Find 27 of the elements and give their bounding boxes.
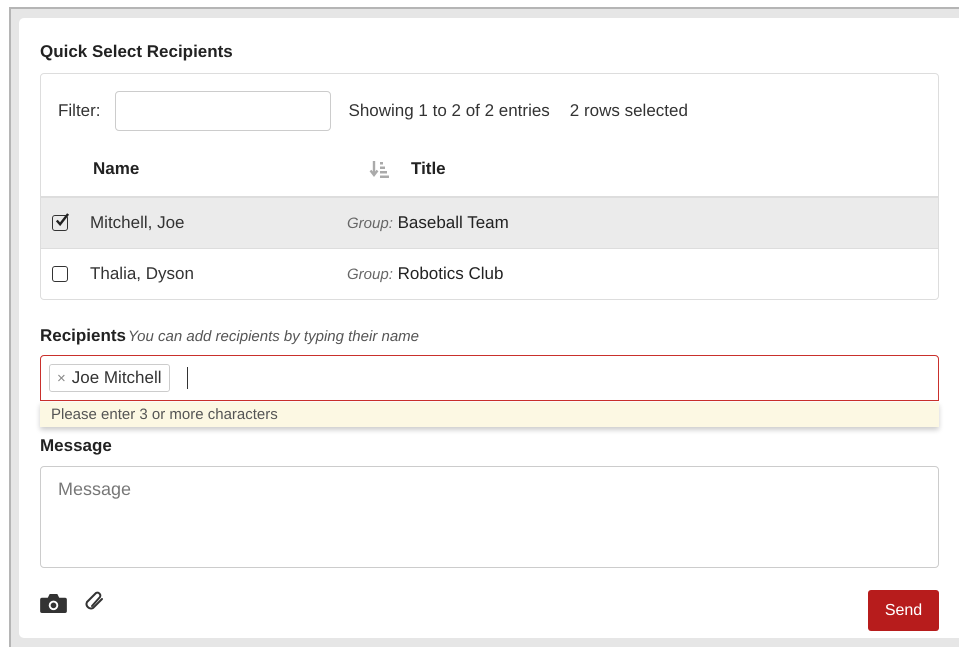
- message-field[interactable]: Message: [40, 466, 939, 568]
- table-cell-text: Mitchell, Joe: [90, 213, 186, 233]
- recipient-tag[interactable]: × Joe Mitchell: [49, 364, 170, 392]
- send-button[interactable]: Send: [868, 590, 939, 631]
- checkbox[interactable]: [52, 215, 68, 231]
- table-cell: Group: Robotics Club: [347, 264, 504, 284]
- recipients-field[interactable]: × Joe Mitchell: [40, 355, 939, 401]
- selection-info: 2 rows selected: [570, 101, 688, 121]
- text-cursor: [186, 367, 188, 389]
- table-cell-text: Thalia, Dyson: [90, 264, 195, 284]
- dropdown-message: Please enter 3 or more characters: [40, 402, 939, 427]
- section-title: Quick Select Recipients: [40, 42, 234, 62]
- table-row[interactable]: Thalia, Dyson Group: Robotics Club: [41, 249, 938, 299]
- table-row[interactable]: Mitchell, Joe Group: Baseball Team: [41, 198, 938, 249]
- tag-label: Joe Mitchell: [72, 368, 162, 388]
- filter-label: Filter:: [58, 101, 100, 121]
- field-label: Recipients: [40, 326, 126, 346]
- field-hint: You can add recipients by typing their name: [128, 328, 419, 345]
- remove-button[interactable]: ×: [57, 370, 66, 386]
- entries-info: Showing 1 to 2 of 2 entries: [348, 101, 550, 121]
- camera-icon[interactable]: [40, 593, 67, 614]
- table-cell: Group: Baseball Team: [347, 213, 509, 233]
- filter-field[interactable]: [114, 91, 330, 131]
- column-header[interactable]: Name: [93, 159, 369, 179]
- checkbox[interactable]: [52, 266, 68, 282]
- column-header[interactable]: Title: [411, 159, 446, 179]
- field-label: Message: [40, 436, 113, 456]
